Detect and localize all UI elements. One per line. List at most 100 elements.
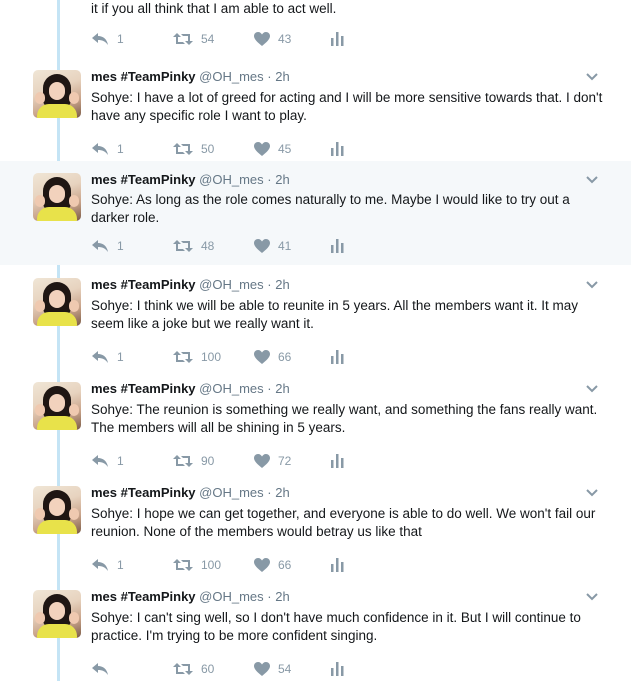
display-name[interactable]: mes #TeamPinky [91,485,196,500]
analytics-button[interactable] [331,452,345,470]
tweet-text: Sohye: I have a lot of greed for acting … [91,90,603,123]
tweet-actions: 1 48 41 [91,237,361,255]
reply-count: 1 [117,558,124,572]
tweet-actions: 1 50 45 [91,140,361,158]
reply-button[interactable]: 1 [91,140,124,158]
reply-count: 1 [117,350,124,364]
analytics-icon [331,239,344,253]
retweet-count: 60 [201,662,215,676]
avatar[interactable] [33,278,81,326]
handle-and-time[interactable]: @OH_mes · 2h [199,381,290,396]
chevron-down-icon[interactable] [586,73,598,81]
display-name[interactable]: mes #TeamPinky [91,589,196,604]
reply-button[interactable]: 1 [91,556,124,574]
reply-count: 1 [117,454,124,468]
analytics-icon [331,32,344,46]
heart-icon [254,142,270,156]
tweet[interactable]: mes #TeamPinky @OH_mes · 2h Sohye: The r… [0,376,631,480]
tweet[interactable]: mes #TeamPinky @OH_mes · 2h Sohye: As lo… [0,161,631,265]
like-button[interactable]: 45 [254,140,291,158]
tweet-actions: 1 90 72 [91,452,361,470]
analytics-button[interactable] [331,237,345,255]
avatar[interactable] [33,70,81,118]
handle-and-time[interactable]: @OH_mes · 2h [199,485,290,500]
analytics-button[interactable] [331,140,345,158]
display-name[interactable]: mes #TeamPinky [91,69,196,84]
tweet-text: Sohye: As long as the role comes natural… [91,192,570,225]
avatar[interactable] [33,486,81,534]
handle-and-time[interactable]: @OH_mes · 2h [199,69,290,84]
display-name[interactable]: mes #TeamPinky [91,277,196,292]
retweet-button[interactable]: 100 [173,556,221,574]
tweet[interactable]: mes #TeamPinky @OH_mes · 2h Sohye: I can… [0,584,631,681]
like-button[interactable]: 66 [254,556,291,574]
reply-count: 1 [117,32,124,46]
handle-and-time[interactable]: @OH_mes · 2h [199,172,290,187]
like-count: 66 [278,558,292,572]
tweet[interactable]: mes #TeamPinky @OH_mes · 2h Sohye: I hop… [0,480,631,584]
retweet-button[interactable]: 90 [173,452,214,470]
reply-button[interactable]: 1 [91,30,124,48]
retweet-button[interactable]: 100 [173,348,221,366]
handle-and-time[interactable]: @OH_mes · 2h [199,277,290,292]
analytics-icon [331,558,344,572]
avatar[interactable] [33,173,81,221]
reply-icon [92,240,108,252]
reply-button[interactable]: 1 [91,348,124,366]
tweet-header: mes #TeamPinky @OH_mes · 2h [91,589,290,604]
retweet-button[interactable]: 60 [173,660,214,678]
retweet-button[interactable]: 54 [173,30,214,48]
retweet-button[interactable]: 48 [173,237,214,255]
retweet-icon [173,455,193,467]
like-button[interactable]: 43 [254,30,291,48]
chevron-down-icon[interactable] [586,281,598,289]
retweet-icon [173,33,193,45]
retweet-count: 100 [201,558,222,572]
chevron-down-icon[interactable] [586,385,598,393]
like-button[interactable]: 66 [254,348,291,366]
retweet-count: 54 [201,32,215,46]
analytics-button[interactable] [331,556,345,574]
tweet-actions: 1 100 66 [91,348,361,366]
tweet-header: mes #TeamPinky @OH_mes · 2h [91,172,290,187]
like-button[interactable]: 41 [254,237,291,255]
chevron-down-icon[interactable] [586,176,598,184]
display-name[interactable]: mes #TeamPinky [91,172,196,187]
retweet-count: 90 [201,454,215,468]
reply-icon [92,559,108,571]
like-count: 43 [278,32,292,46]
analytics-icon [331,454,344,468]
retweet-count: 48 [201,239,215,253]
analytics-button[interactable] [331,348,345,366]
analytics-button[interactable] [331,660,345,678]
like-button[interactable]: 72 [254,452,291,470]
analytics-icon [331,142,344,156]
avatar[interactable] [33,590,81,638]
tweet-text: Sohye: The reunion is something we reall… [91,402,598,435]
tweet[interactable]: it if you all think that I am able to ac… [0,0,631,46]
tweet[interactable]: mes #TeamPinky @OH_mes · 2h Sohye: I hav… [0,64,631,168]
retweet-count: 50 [201,142,215,156]
retweet-icon [173,240,193,252]
analytics-button[interactable] [331,30,345,48]
heart-icon [254,239,270,253]
chevron-down-icon[interactable] [586,489,598,497]
like-count: 41 [278,239,292,253]
display-name[interactable]: mes #TeamPinky [91,381,196,396]
like-button[interactable]: 54 [254,660,291,678]
reply-icon [92,33,108,45]
heart-icon [254,454,270,468]
reply-button[interactable]: 1 [91,237,124,255]
handle-and-time[interactable]: @OH_mes · 2h [199,589,290,604]
tweet-text: it if you all think that I am able to ac… [91,1,337,16]
reply-icon [92,351,108,363]
reply-button[interactable]: 1 [91,452,124,470]
tweet[interactable]: mes #TeamPinky @OH_mes · 2h Sohye: I thi… [0,272,631,376]
avatar[interactable] [33,382,81,430]
retweet-button[interactable]: 50 [173,140,214,158]
chevron-down-icon[interactable] [586,593,598,601]
reply-icon [92,455,108,467]
like-count: 72 [278,454,292,468]
reply-button[interactable] [91,660,117,678]
reply-count: 1 [117,239,124,253]
